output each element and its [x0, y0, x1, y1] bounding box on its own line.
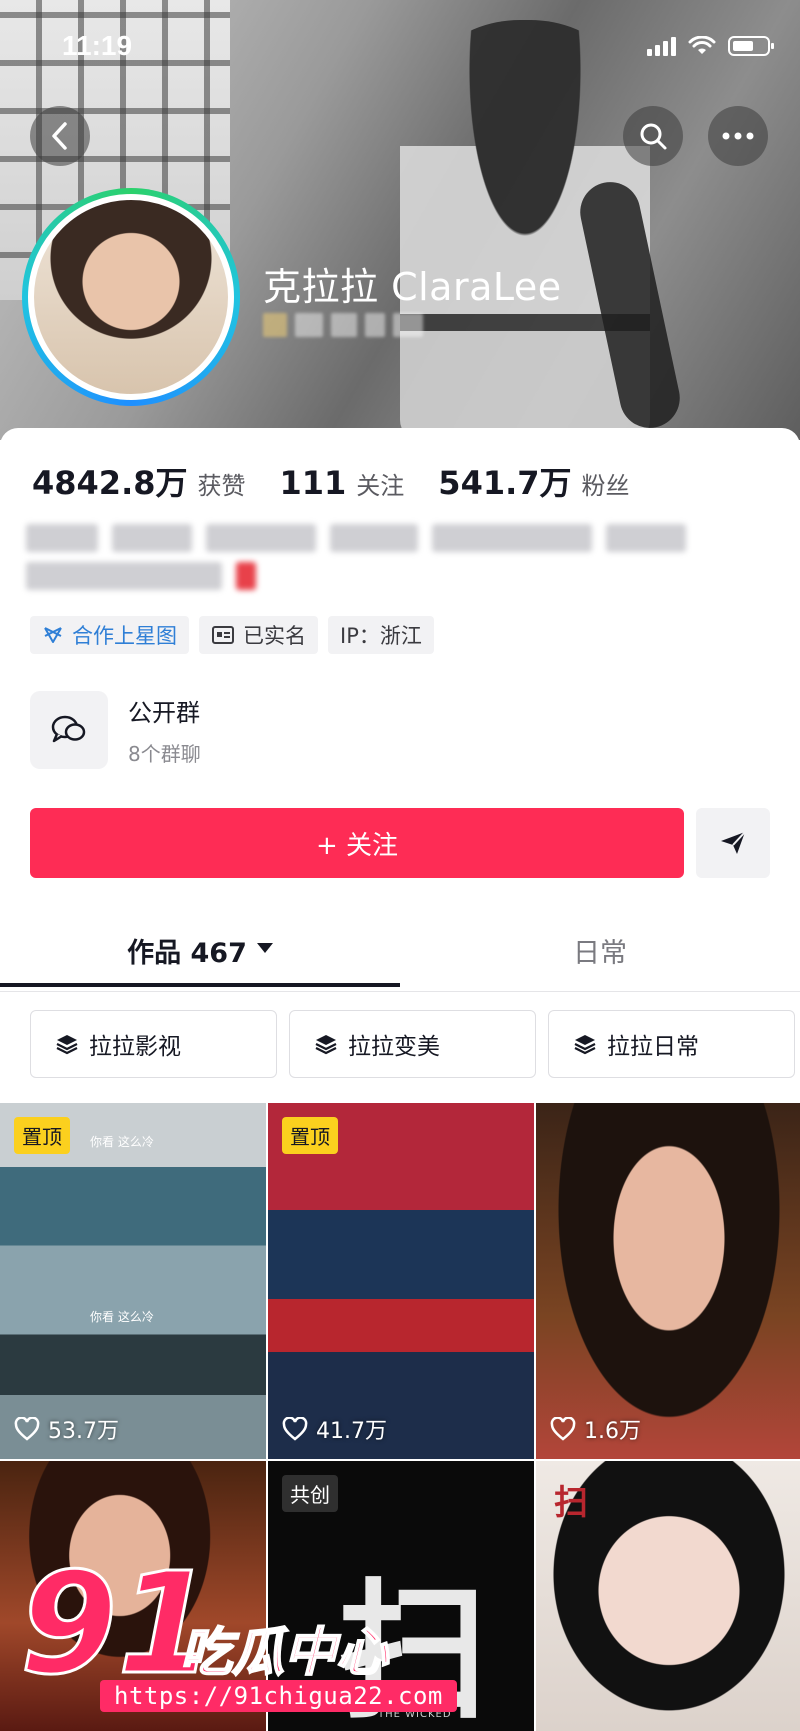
like-count-value: 41.7万	[316, 1419, 387, 1444]
avatar-image	[28, 194, 234, 400]
search-icon	[640, 123, 667, 150]
likes-count: 4842.8万	[32, 464, 188, 502]
collection-label: 拉拉日常	[607, 1034, 699, 1060]
pinned-badge: 置顶	[282, 1117, 338, 1154]
layers-icon	[56, 1035, 78, 1055]
ip-tag: IP：浙江	[328, 616, 434, 654]
profile-tags: 合作上星图 已实名 IP：浙江	[30, 616, 434, 654]
tab-daily[interactable]: 日常	[400, 908, 800, 992]
caret-down-icon	[256, 943, 273, 953]
verified-tag[interactable]: 已实名	[199, 616, 318, 654]
tab-daily-label: 日常	[573, 937, 627, 969]
video-caption: 你看 这么冷	[90, 1135, 154, 1149]
bio-line-blurred	[26, 562, 256, 590]
star-map-icon	[44, 627, 62, 643]
id-card-icon	[212, 626, 234, 644]
following-label[interactable]: 关注	[356, 466, 404, 501]
like-count: 1.6万	[550, 1413, 641, 1445]
collection-chip[interactable]: 拉拉变美	[289, 1010, 536, 1078]
status-bar: 11:19	[0, 0, 800, 95]
content-tabs: 作品 467 日常	[0, 908, 800, 992]
like-count-value: 53.7万	[48, 1419, 119, 1444]
followers-count[interactable]: 541.7万	[438, 458, 571, 504]
collection-chip[interactable]: 拉拉日常	[548, 1010, 795, 1078]
layers-icon	[315, 1035, 337, 1055]
status-time: 11:19	[62, 30, 133, 61]
video-thumbnail[interactable]: 扫	[536, 1461, 800, 1731]
heart-icon	[14, 1417, 40, 1441]
like-count: 41.7万	[282, 1413, 387, 1445]
group-chat-icon	[30, 691, 108, 769]
watermark: 91 吃瓜中心 https://91chigua22.com	[19, 1553, 460, 1725]
heart-icon	[282, 1417, 308, 1441]
like-count: 53.7万	[14, 1413, 119, 1445]
video-thumbnail[interactable]: 置顶 41.7万	[268, 1103, 534, 1459]
battery-icon	[728, 36, 774, 56]
video-thumbnail[interactable]: 置顶 你看 这么冷 你看 这么冷 53.7万	[0, 1103, 266, 1459]
tab-works-label: 作品 467	[127, 937, 247, 969]
bio-line-blurred	[26, 524, 686, 552]
watermark-text: 吃瓜中心	[179, 1622, 389, 1684]
send-icon	[721, 831, 746, 854]
layers-icon	[574, 1035, 596, 1055]
followers-label[interactable]: 粉丝	[582, 466, 630, 501]
signal-icon	[647, 36, 676, 56]
video-thumbnail[interactable]: 1.6万	[536, 1103, 800, 1459]
star-map-tag[interactable]: 合作上星图	[30, 616, 189, 654]
profile-stats: 4842.8万 获赞 111 关注 541.7万 粉丝	[32, 458, 664, 504]
group-subtitle: 8个群聊	[128, 742, 201, 766]
more-dots-icon	[722, 132, 754, 140]
like-count-value: 1.6万	[584, 1419, 641, 1444]
back-button[interactable]	[30, 106, 90, 166]
video-mark: 扫	[554, 1483, 588, 1523]
share-button[interactable]	[696, 808, 770, 878]
collection-label: 拉拉变美	[348, 1034, 440, 1060]
cocreate-badge: 共创	[282, 1475, 338, 1512]
follow-button[interactable]: + 关注	[30, 808, 684, 878]
collection-label: 拉拉影视	[89, 1034, 181, 1060]
group-title: 公开群	[128, 699, 200, 727]
pinned-badge: 置顶	[14, 1117, 70, 1154]
following-count[interactable]: 111	[280, 464, 347, 502]
star-map-label: 合作上星图	[72, 624, 177, 648]
collection-chip[interactable]: 拉拉影视	[30, 1010, 277, 1078]
verified-label: 已实名	[243, 624, 306, 648]
watermark-url: https://91chigua22.com	[100, 1680, 457, 1712]
more-button[interactable]	[708, 106, 768, 166]
blurred-id	[263, 313, 423, 337]
ip-label: IP：浙江	[340, 624, 422, 648]
collections-row: 拉拉影视 拉拉变美 拉拉日常	[30, 1010, 795, 1078]
avatar[interactable]	[22, 188, 240, 406]
likes-label: 获赞	[197, 472, 246, 500]
status-icons	[647, 36, 774, 56]
tab-works[interactable]: 作品 467	[0, 908, 400, 992]
chevron-left-icon	[52, 122, 67, 150]
profile-username: 克拉拉 ClaraLee	[263, 265, 562, 309]
heart-icon	[550, 1417, 576, 1441]
wifi-icon	[688, 36, 716, 54]
active-tab-indicator	[0, 983, 400, 987]
public-group-entry[interactable]: 公开群 8个群聊	[30, 690, 770, 770]
video-caption: 你看 这么冷	[90, 1310, 154, 1324]
search-button[interactable]	[623, 106, 683, 166]
